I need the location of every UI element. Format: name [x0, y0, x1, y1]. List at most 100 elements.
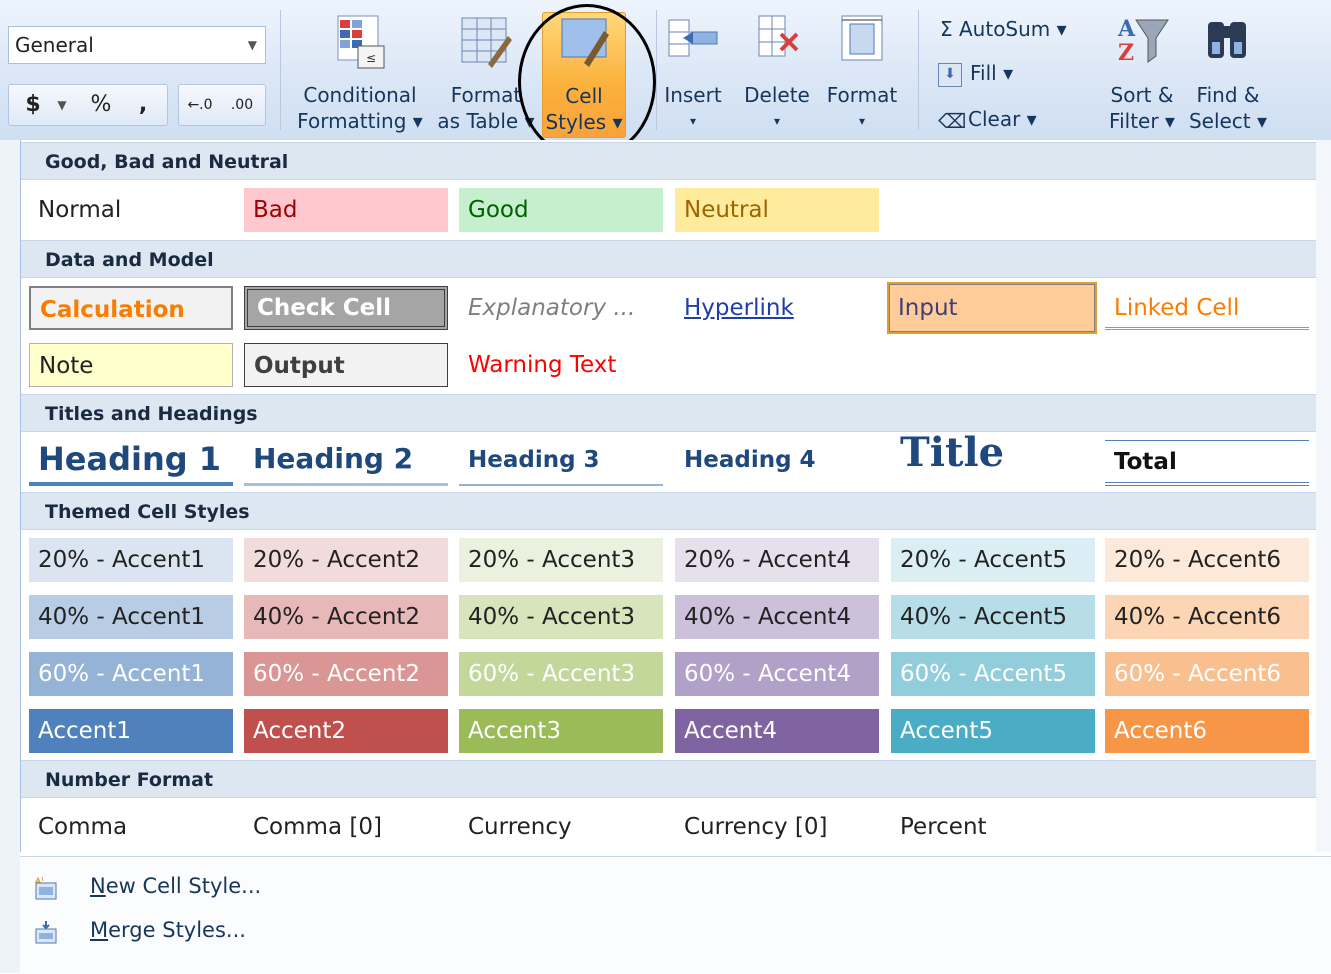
format-icon: [834, 12, 890, 74]
number-format-value: General: [15, 33, 94, 57]
style-explanatory[interactable]: Explanatory ...: [459, 286, 663, 330]
conditional-formatting-button[interactable]: ≤ Conditional Formatting ▾: [290, 12, 430, 134]
delete-button[interactable]: Delete ▾: [740, 12, 814, 134]
style-accent2[interactable]: Accent2: [244, 709, 448, 753]
section-header-themed: Themed Cell Styles: [21, 492, 1317, 530]
sort-filter-label-2: Filter ▾: [1109, 109, 1175, 133]
autosum-button[interactable]: Σ AutoSum ▾: [940, 14, 1067, 44]
new-cell-style-label: New Cell Style...: [90, 874, 262, 898]
style-60-accent4[interactable]: 60% - Accent4: [675, 652, 879, 696]
style-40-accent5[interactable]: 40% - Accent5: [891, 595, 1095, 639]
delete-icon: [749, 12, 805, 74]
cell-styles-gallery: Good, Bad and Neutral Normal Bad Good Ne…: [20, 140, 1317, 852]
style-comma[interactable]: Comma: [29, 805, 233, 849]
format-as-table-label-2: as Table ▾: [437, 109, 535, 133]
conditional-formatting-label-1: Conditional: [303, 83, 417, 107]
sort-filter-icon: A Z: [1114, 12, 1170, 74]
style-40-accent4[interactable]: 40% - Accent4: [675, 595, 879, 639]
conditional-formatting-label-2: Formatting ▾: [297, 109, 423, 133]
style-20-accent1[interactable]: 20% - Accent1: [29, 538, 233, 582]
fill-button[interactable]: ⬇ Fill ▾: [938, 58, 1013, 88]
style-input[interactable]: Input: [887, 282, 1097, 334]
format-as-table-button[interactable]: Format as Table ▾: [436, 12, 536, 134]
style-40-accent2[interactable]: 40% - Accent2: [244, 595, 448, 639]
chevron-down-icon[interactable]: ▼: [54, 82, 70, 128]
style-60-accent5[interactable]: 60% - Accent5: [891, 652, 1095, 696]
number-format-buttons: $ ▼ % , ←.0 .00: [8, 82, 266, 128]
style-40-accent6[interactable]: 40% - Accent6: [1105, 595, 1309, 639]
percent-button[interactable]: %: [84, 82, 118, 128]
style-accent5[interactable]: Accent5: [891, 709, 1095, 753]
merge-styles-item[interactable]: Merge Styles...: [20, 909, 620, 951]
style-40-accent3[interactable]: 40% - Accent3: [459, 595, 663, 639]
style-neutral[interactable]: Neutral: [675, 188, 879, 232]
chevron-down-icon[interactable]: ▾: [740, 108, 814, 134]
insert-label: Insert: [664, 83, 722, 107]
style-output[interactable]: Output: [244, 343, 448, 387]
clear-icon: ⌫: [938, 108, 967, 133]
find-select-label-2: Select ▾: [1188, 109, 1268, 133]
section-header-good-bad-neutral: Good, Bad and Neutral: [21, 142, 1317, 180]
style-60-accent6[interactable]: 60% - Accent6: [1105, 652, 1309, 696]
style-bad[interactable]: Bad: [244, 188, 448, 232]
section-header-data-model: Data and Model: [21, 240, 1317, 278]
style-40-accent1[interactable]: 40% - Accent1: [29, 595, 233, 639]
new-cell-style-item[interactable]: New Cell Style...: [20, 865, 620, 907]
style-hyperlink[interactable]: Hyperlink: [675, 286, 879, 330]
insert-button[interactable]: Insert ▾: [660, 12, 726, 134]
chevron-down-icon[interactable]: ▼: [248, 27, 257, 63]
style-60-accent3[interactable]: 60% - Accent3: [459, 652, 663, 696]
style-good[interactable]: Good: [459, 188, 663, 232]
style-60-accent1[interactable]: 60% - Accent1: [29, 652, 233, 696]
style-heading-2[interactable]: Heading 2: [244, 438, 448, 486]
gallery-scrollbar[interactable]: [1316, 140, 1331, 852]
style-accent3[interactable]: Accent3: [459, 709, 663, 753]
style-20-accent3[interactable]: 20% - Accent3: [459, 538, 663, 582]
style-note[interactable]: Note: [29, 343, 233, 387]
cell-styles-button[interactable]: Cell Styles ▾: [542, 12, 626, 138]
conditional-formatting-icon: ≤: [332, 12, 388, 74]
decrease-decimal-button[interactable]: .00: [222, 82, 262, 128]
ribbon-separator: [280, 10, 281, 130]
format-button[interactable]: Format ▾: [822, 12, 902, 134]
chevron-down-icon[interactable]: ▾: [660, 108, 726, 134]
worksheet-edge: [0, 140, 20, 973]
currency-button[interactable]: $: [16, 82, 50, 128]
cell-styles-icon: [556, 13, 612, 75]
style-normal[interactable]: Normal: [29, 188, 233, 232]
style-title[interactable]: Title: [891, 432, 1095, 480]
new-style-icon: [34, 873, 58, 900]
style-warning-text[interactable]: Warning Text: [459, 343, 663, 387]
clear-button[interactable]: ⌫Clear ▾: [938, 104, 1037, 136]
style-currency-0[interactable]: Currency [0]: [675, 805, 879, 849]
style-accent4[interactable]: Accent4: [675, 709, 879, 753]
style-heading-3[interactable]: Heading 3: [459, 438, 663, 486]
style-heading-1[interactable]: Heading 1: [29, 438, 233, 486]
svg-text:Z: Z: [1118, 40, 1134, 66]
increase-decimal-button[interactable]: ←.0: [180, 82, 220, 128]
comma-button[interactable]: ,: [128, 82, 158, 128]
section-header-number-format: Number Format: [21, 760, 1317, 798]
style-60-accent2[interactable]: 60% - Accent2: [244, 652, 448, 696]
style-accent1[interactable]: Accent1: [29, 709, 233, 753]
style-20-accent2[interactable]: 20% - Accent2: [244, 538, 448, 582]
style-currency[interactable]: Currency: [459, 805, 663, 849]
style-20-accent5[interactable]: 20% - Accent5: [891, 538, 1095, 582]
find-select-button[interactable]: Find & Select ▾: [1186, 12, 1270, 134]
style-heading-4[interactable]: Heading 4: [675, 438, 879, 486]
style-percent[interactable]: Percent: [891, 805, 1095, 849]
style-total[interactable]: Total: [1105, 440, 1309, 486]
cell-styles-label-1: Cell: [565, 84, 603, 108]
style-20-accent4[interactable]: 20% - Accent4: [675, 538, 879, 582]
style-comma-0[interactable]: Comma [0]: [244, 805, 448, 849]
style-calculation[interactable]: Calculation: [29, 286, 233, 330]
sort-filter-button[interactable]: A Z Sort & Filter ▾: [1100, 12, 1184, 134]
style-accent6[interactable]: Accent6: [1105, 709, 1309, 753]
sort-filter-label-1: Sort &: [1110, 83, 1174, 107]
style-20-accent6[interactable]: 20% - Accent6: [1105, 538, 1309, 582]
style-linked-cell[interactable]: Linked Cell: [1105, 286, 1309, 330]
number-format-dropdown[interactable]: General ▼: [8, 26, 266, 64]
chevron-down-icon[interactable]: ▾: [822, 108, 902, 134]
style-check-cell[interactable]: Check Cell: [244, 286, 448, 330]
svg-text:≤: ≤: [366, 51, 376, 65]
